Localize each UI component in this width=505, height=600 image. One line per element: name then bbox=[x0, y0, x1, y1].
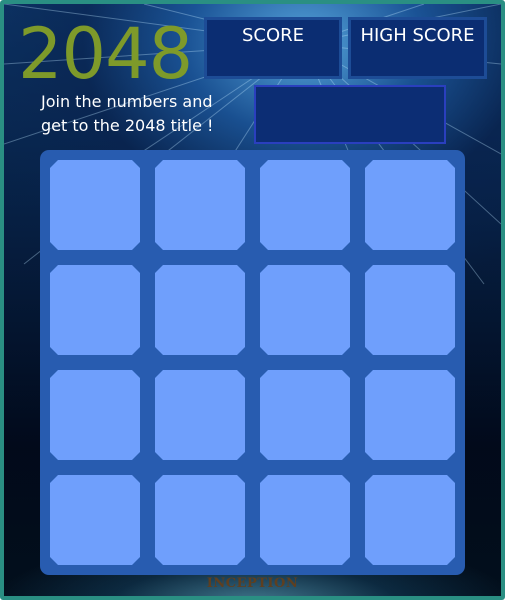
grid-cell bbox=[365, 160, 455, 250]
grid-cell bbox=[155, 265, 245, 355]
grid-cell bbox=[260, 475, 350, 565]
high-score-box: HIGH SCORE bbox=[348, 17, 487, 79]
message-panel bbox=[254, 85, 446, 144]
game-logo: 2048 bbox=[18, 13, 193, 95]
score-label: SCORE bbox=[241, 25, 305, 46]
grid-cell bbox=[50, 475, 140, 565]
game-board[interactable] bbox=[40, 150, 465, 575]
grid-cell bbox=[260, 265, 350, 355]
grid-cell bbox=[365, 475, 455, 565]
brand-footer: INCEPTION bbox=[206, 576, 299, 591]
grid-cell bbox=[260, 370, 350, 460]
grid-cell bbox=[155, 475, 245, 565]
grid-cell bbox=[50, 160, 140, 250]
grid-cell bbox=[50, 370, 140, 460]
grid-cell bbox=[365, 265, 455, 355]
grid-cell bbox=[50, 265, 140, 355]
grid-cell bbox=[155, 370, 245, 460]
grid-cell bbox=[155, 160, 245, 250]
tagline-text: Join the numbers and get to the 2048 tit… bbox=[41, 92, 214, 135]
grid-cell bbox=[260, 160, 350, 250]
grid-cell bbox=[365, 370, 455, 460]
game-window: 2048 Join the numbers and get to the 204… bbox=[0, 0, 505, 600]
score-box: SCORE bbox=[204, 17, 342, 79]
high-score-label: HIGH SCORE bbox=[360, 25, 475, 46]
